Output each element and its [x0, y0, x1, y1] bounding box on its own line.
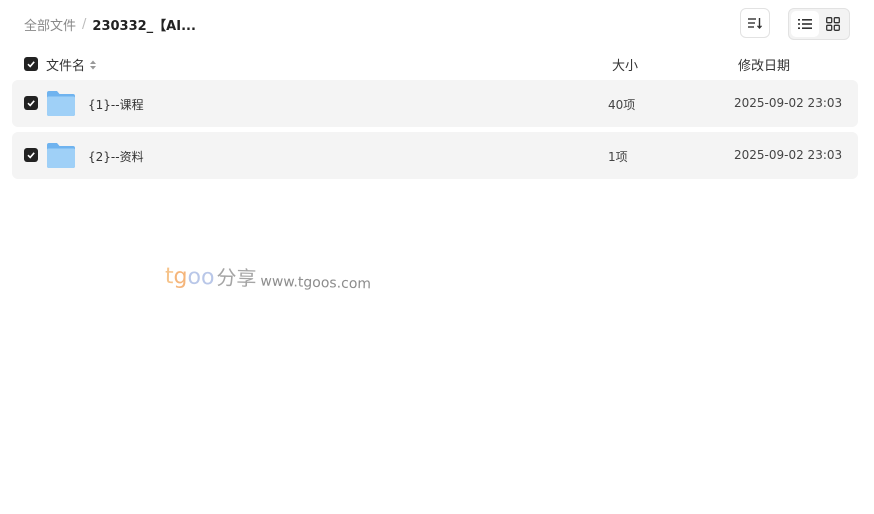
check-icon — [27, 100, 35, 107]
check-icon — [27, 152, 35, 159]
sort-descending-icon — [748, 18, 762, 29]
breadcrumb: 全部文件 / 230332_【AI... — [24, 14, 196, 34]
column-header-name-label: 文件名 — [46, 59, 86, 74]
breadcrumb-current: 230332_【AI... — [92, 18, 196, 34]
list-view-icon — [798, 19, 812, 29]
view-toggle — [788, 8, 850, 40]
grid-view-icon — [826, 17, 840, 31]
column-header-size[interactable]: 大小 — [612, 55, 638, 74]
grid-view-button[interactable] — [819, 11, 847, 37]
file-name[interactable]: {2}--资料 — [88, 148, 144, 165]
file-date: 2025-09-02 23:03 — [734, 96, 843, 110]
row-checkbox[interactable] — [24, 96, 38, 110]
watermark: t g oo 分享 www.tgoos.com — [165, 260, 372, 294]
row-checkbox[interactable] — [24, 148, 38, 162]
folder-icon — [47, 143, 75, 168]
select-all-checkbox[interactable] — [24, 57, 38, 71]
file-date: 2025-09-02 23:03 — [734, 148, 843, 162]
file-name[interactable]: {1}--课程 — [88, 96, 144, 113]
sort-button[interactable] — [740, 8, 770, 38]
sort-caret-icon — [89, 59, 97, 71]
breadcrumb-separator: / — [82, 16, 87, 32]
table-header: 文件名 大小 修改日期 — [12, 52, 858, 76]
list-view-button[interactable] — [791, 11, 819, 37]
file-size: 40项 — [608, 98, 636, 112]
table-row[interactable]: {1}--课程 40项 2025-09-02 23:03 — [12, 80, 858, 127]
column-header-name[interactable]: 文件名 — [46, 55, 97, 74]
watermark-brand-zh: 分享 — [216, 265, 257, 291]
watermark-brand-oo: oo — [187, 264, 215, 291]
watermark-brand-g: g — [173, 264, 188, 290]
folder-icon — [47, 91, 75, 116]
table-row[interactable]: {2}--资料 1项 2025-09-02 23:03 — [12, 132, 858, 179]
file-size: 1项 — [608, 150, 628, 164]
watermark-url: www.tgoos.com — [260, 273, 372, 293]
column-header-date[interactable]: 修改日期 — [738, 55, 790, 74]
file-browser: 全部文件 / 230332_【AI... 文件名 大小 修改日期 {1}--课程… — [0, 0, 874, 514]
check-icon — [27, 61, 35, 68]
breadcrumb-root[interactable]: 全部文件 — [24, 15, 76, 34]
